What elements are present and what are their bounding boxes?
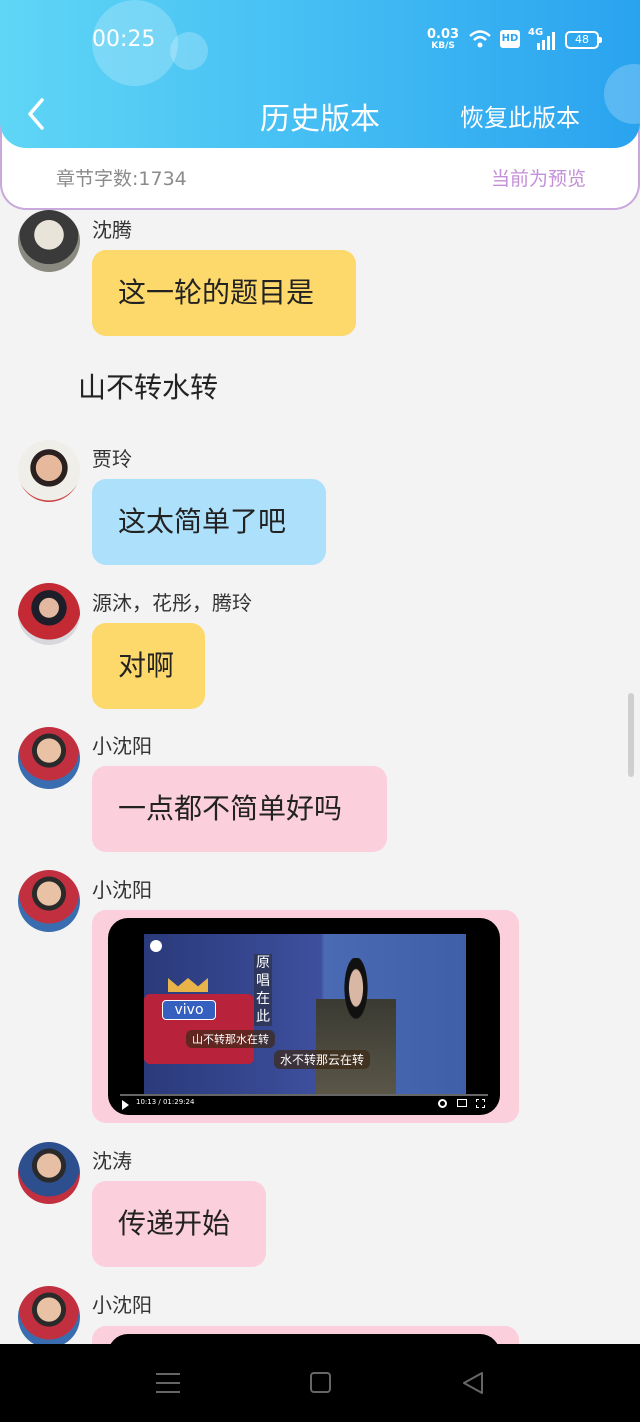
video-player[interactable]: vivo 原唱在此 山不转那水在转 水不转那云在转 10:13 / 01:29:… <box>108 918 500 1115</box>
avatar[interactable] <box>18 583 80 645</box>
narration-text: 山不转水转 <box>78 371 219 404</box>
video-time: 10:13 / 01:29:24 <box>136 1098 195 1106</box>
message-bubble[interactable]: 一点都不简单好吗 <box>92 766 387 852</box>
avatar[interactable] <box>18 440 80 502</box>
tv-logo-icon <box>150 940 162 952</box>
wifi-icon <box>468 28 492 54</box>
progress-track[interactable] <box>120 1094 488 1096</box>
avatar[interactable] <box>18 1286 80 1348</box>
word-count: 章节字数:1734 <box>56 168 187 190</box>
settings-icon[interactable] <box>438 1099 447 1108</box>
status-time: 00:25 <box>92 27 156 52</box>
scrollbar[interactable] <box>628 693 634 777</box>
sender-name: 小沈阳 <box>92 878 152 902</box>
back-icon[interactable] <box>462 1371 484 1399</box>
home-icon[interactable] <box>310 1372 331 1393</box>
network-speed: 0.03 KB/S <box>427 28 459 52</box>
network-speed-unit: KB/S <box>431 41 455 51</box>
message-bubble[interactable]: 传递开始 <box>92 1181 266 1267</box>
avatar[interactable] <box>18 870 80 932</box>
menu-icon[interactable] <box>156 1372 180 1398</box>
status-bar: 00:25 0.03 KB/S HD 4G 48 <box>0 0 640 80</box>
sender-name: 小沈阳 <box>92 1293 152 1317</box>
avatar[interactable] <box>18 210 80 272</box>
navigation-bar <box>0 1344 640 1422</box>
header: 00:25 0.03 KB/S HD 4G 48 历史版本 恢复此版本 <box>0 0 640 148</box>
avatar[interactable] <box>18 1142 80 1204</box>
chapter-history-screen: 00:25 0.03 KB/S HD 4G 48 历史版本 恢复此版本 章节字数… <box>0 0 640 1422</box>
video-message-bubble[interactable]: vivo 原唱在此 山不转那水在转 水不转那云在转 10:13 / 01:29:… <box>92 910 519 1123</box>
vivo-logo: vivo <box>162 1000 216 1020</box>
preview-status[interactable]: 当前为预览 <box>491 164 586 191</box>
sender-name: 沈腾 <box>92 218 132 242</box>
signal-icon <box>536 32 556 54</box>
message-bubble[interactable]: 这一轮的题目是 <box>92 250 356 336</box>
message-bubble[interactable]: 对啊 <box>92 623 205 709</box>
fullscreen-icon[interactable] <box>476 1099 485 1108</box>
vertical-caption: 原唱在此 <box>254 954 272 1026</box>
sender-name: 源沐，花彤，腾玲 <box>92 591 252 615</box>
sender-name: 贾玲 <box>92 447 132 471</box>
hd-icon: HD <box>500 30 520 48</box>
lyric-caption-1: 山不转那水在转 <box>186 1030 275 1048</box>
sender-name: 沈涛 <box>92 1149 132 1173</box>
lyric-caption-2: 水不转那云在转 <box>274 1050 371 1069</box>
sender-name: 小沈阳 <box>92 734 152 758</box>
play-icon[interactable] <box>122 1100 129 1110</box>
stage-crown-icon <box>168 978 208 992</box>
avatar[interactable] <box>18 727 80 789</box>
singer-figure <box>316 958 396 1094</box>
battery-icon: 48 <box>565 31 602 49</box>
video-frame: vivo 原唱在此 山不转那水在转 水不转那云在转 <box>144 934 466 1094</box>
restore-version-button[interactable]: 恢复此版本 <box>460 98 580 133</box>
pip-icon[interactable] <box>457 1099 467 1107</box>
network-speed-value: 0.03 <box>427 27 460 42</box>
message-bubble[interactable]: 这太简单了吧 <box>92 479 326 565</box>
